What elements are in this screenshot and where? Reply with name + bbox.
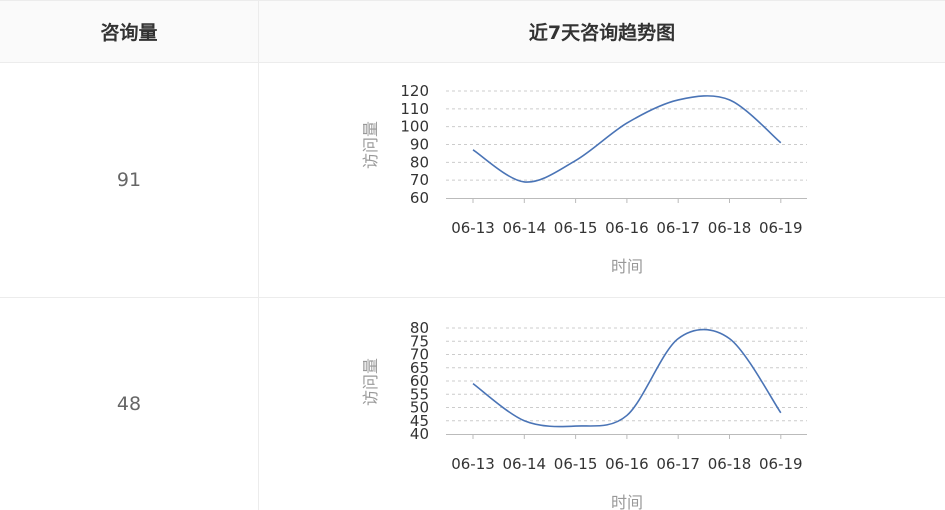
y-tick-label: 120: [400, 82, 429, 100]
table-row: 48 40 45 50 55 60 65 70 75 80 06-13 06-14 06-15 06-1…: [0, 297, 945, 510]
header-trend-chart: 近7天咨询趋势图: [258, 0, 945, 63]
y-tick-label: 100: [400, 118, 429, 136]
x-axis-label: 时间: [611, 493, 643, 510]
consult-table: 咨询量 近7天咨询趋势图 91 60 70 80 90 100 110 120 06-13 06…: [0, 0, 945, 510]
x-tick-label: 06-14: [503, 219, 547, 237]
x-tick-label: 06-15: [554, 455, 598, 473]
y-axis-label: 访问量: [361, 358, 380, 406]
consult-count-cell: 91: [0, 62, 259, 298]
y-axis-label: 访问量: [361, 121, 380, 169]
trend-chart: 40455055606570758006-13 06-14 06-15 06-16 06…: [361, 319, 807, 510]
y-tick-label: 80: [410, 319, 429, 337]
x-tick-label: 06-16: [605, 219, 649, 237]
x-tick-label: 06-19: [759, 455, 803, 473]
trend-chart: 60708090100110120 06-13 06-14 06-15 06-16 06-…: [361, 82, 807, 276]
trend-chart-cell: 40 45 50 55 60 65 70 75 80 06-13 06-14 06-15 06-16 06…: [259, 298, 945, 510]
x-tick-label: 06-13: [451, 455, 495, 473]
y-tick-label: 70: [410, 171, 429, 189]
y-tick-label: 60: [410, 189, 429, 207]
y-tick-label: 110: [400, 100, 429, 118]
x-tick-label: 06-19: [759, 219, 803, 237]
table-row: 91 60 70 80 90 100 110 120 06-13 06-14 06-15 06-16…: [0, 62, 945, 298]
x-tick-label: 06-17: [656, 219, 700, 237]
series-line: [472, 328, 782, 428]
x-tick-label: 06-15: [554, 219, 598, 237]
x-tick-label: 06-18: [708, 219, 752, 237]
x-axis-label: 时间: [611, 257, 643, 276]
x-tick-label: 06-17: [656, 455, 700, 473]
trend-chart-cell: 60 70 80 90 100 110 120 06-13 06-14 06-15 06-16 06-…: [258, 62, 945, 298]
x-tick-label: 06-13: [451, 219, 495, 237]
x-tick-label: 06-14: [503, 455, 547, 473]
consult-count-cell: 48: [0, 297, 259, 510]
x-tick-label: 06-16: [605, 455, 649, 473]
x-tick-label: 06-18: [708, 455, 752, 473]
y-tick-label: 80: [410, 153, 429, 171]
y-tick-label: 90: [410, 136, 429, 154]
header-consult-count: 咨询量: [0, 0, 259, 63]
table-header-row: 咨询量 近7天咨询趋势图: [0, 0, 945, 63]
